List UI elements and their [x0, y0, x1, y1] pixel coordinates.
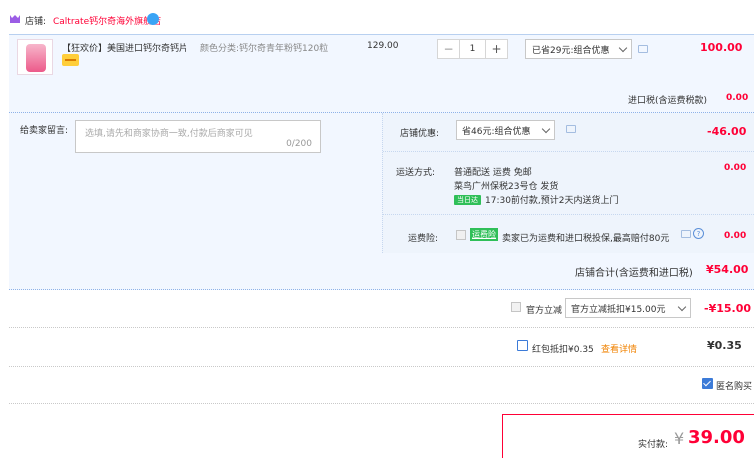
- product-thumbnail[interactable]: [17, 39, 53, 75]
- divider: [9, 327, 754, 328]
- store-label: 店铺:: [25, 17, 47, 27]
- product-sku: 颜色分类:钙尔奇青年粉钙120粒: [200, 44, 329, 54]
- same-day-badge: 当日达: [454, 194, 481, 205]
- item-promo-value: 已省29元:组合优惠: [532, 45, 610, 56]
- shipping-eta-text: 17:30前付款,预计2天内送货上门: [485, 196, 619, 206]
- comment-icon[interactable]: [638, 45, 648, 53]
- insurance-badge[interactable]: 运费险: [470, 228, 498, 241]
- insurance-value: 0.00: [724, 231, 747, 241]
- message-char-count: 0/200: [286, 139, 312, 149]
- shipping-warehouse: 菜鸟广州保税23号仓 发货: [454, 182, 559, 192]
- insurance-checkbox: [456, 230, 466, 240]
- official-discount-label: 官方立减: [526, 306, 563, 316]
- divider: [383, 151, 754, 152]
- quantity-increase-button[interactable]: +: [486, 40, 507, 58]
- amount-payable: 39.00: [688, 427, 745, 448]
- shop-promo-option: 省46元:组合优惠: [462, 126, 531, 137]
- official-discount-checkbox: [511, 302, 521, 312]
- chevron-down-icon: [677, 302, 687, 312]
- official-discount-option: 官方立减抵扣¥15.00元: [571, 304, 666, 315]
- unit-price: 129.00: [367, 41, 399, 51]
- divider: [383, 214, 754, 215]
- product-title-link[interactable]: 【狂欢价】美国进口钙尔奇钙片...: [62, 41, 186, 54]
- quantity-decrease-button[interactable]: −: [438, 40, 459, 58]
- item-promo-select[interactable]: 已省29元:组合优惠: [525, 39, 632, 59]
- anonymous-purchase-label: 匿名购买: [716, 382, 753, 392]
- quantity-stepper: − 1 +: [437, 39, 508, 59]
- seller-message-input[interactable]: 选填,请先和商家协商一致,付款后商家可见 0/200: [75, 120, 321, 153]
- store-total-value: ¥54.00: [706, 263, 749, 276]
- item-subtotal: 100.00: [700, 41, 743, 54]
- chevron-down-icon: [541, 124, 551, 134]
- comment-icon[interactable]: [681, 229, 691, 238]
- divider: [9, 403, 754, 404]
- message-label: 给卖家留言:: [20, 126, 69, 136]
- shop-promo-label: 店铺优惠:: [400, 129, 440, 139]
- chevron-down-icon: [618, 43, 628, 53]
- shipping-method: 普通配送 运费 免邮: [454, 168, 532, 178]
- message-placeholder: 选填,请先和商家协商一致,付款后商家可见: [85, 129, 253, 139]
- tax-value: 0.00: [726, 93, 749, 103]
- tax-label: 进口税(含运费税款): [628, 96, 708, 106]
- shipping-value: 0.00: [724, 163, 747, 173]
- shop-promo-select[interactable]: 省46元:组合优惠: [456, 120, 555, 140]
- currency-symbol: ¥: [674, 429, 685, 448]
- product-image: [26, 44, 46, 72]
- credit-card-icon: [62, 54, 79, 66]
- red-packet-label: 红包抵扣¥0.35: [532, 345, 594, 355]
- insurance-label: 运费险:: [408, 234, 439, 244]
- store-name-link[interactable]: Caltrate钙尔奇海外旗舰店: [53, 14, 161, 27]
- shipping-label: 运送方式:: [396, 168, 436, 178]
- insurance-text: 卖家已为运费和进口税投保,最高赔付80元: [502, 234, 670, 244]
- red-packet-value: ¥0.35: [707, 339, 742, 352]
- help-icon[interactable]: ?: [693, 228, 704, 239]
- official-discount-value: -¥15.00: [704, 302, 752, 315]
- wangwang-chat-icon[interactable]: [147, 13, 159, 25]
- comment-icon[interactable]: [566, 125, 576, 133]
- quantity-input[interactable]: 1: [459, 40, 486, 58]
- store-total-label: 店铺合计(含运费和进口税): [575, 268, 693, 279]
- red-packet-checkbox[interactable]: [517, 340, 528, 351]
- shop-promo-value: -46.00: [707, 125, 747, 138]
- insurance-help: ?: [681, 228, 704, 239]
- amount-payable-label: 实付款:: [638, 440, 669, 450]
- shipping-eta: 当日达 17:30前付款,预计2天内送货上门: [454, 193, 619, 206]
- anonymous-purchase-checkbox[interactable]: [702, 378, 713, 389]
- shop-icon: [10, 15, 20, 23]
- red-packet-details-link[interactable]: 查看详情: [601, 342, 637, 355]
- official-discount-select[interactable]: 官方立减抵扣¥15.00元: [565, 298, 691, 318]
- divider: [9, 366, 754, 367]
